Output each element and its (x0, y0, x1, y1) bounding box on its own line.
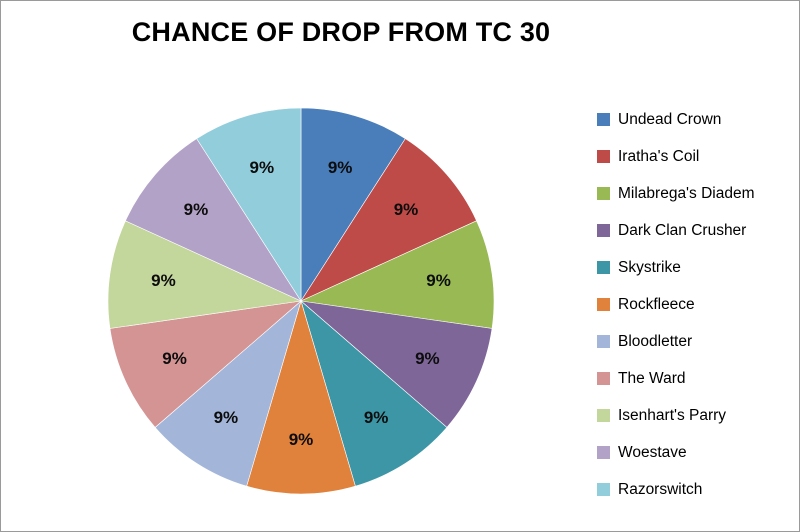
legend-color-swatch (597, 298, 610, 311)
legend-item[interactable]: Dark Clan Crusher (597, 212, 797, 249)
legend-item-label: Dark Clan Crusher (618, 221, 747, 239)
chart-legend: Undead Crown Iratha's Coil Milabrega's Dia… (597, 101, 797, 508)
chart-canvas: CHANCE OF DROP FROM TC 30 9% 9% 9% 9% 9% 9% 9%… (0, 0, 800, 532)
legend-item[interactable]: The Ward (597, 360, 797, 397)
legend-item[interactable]: Bloodletter (597, 323, 797, 360)
pie-chart (107, 107, 495, 495)
legend-item[interactable]: Undead Crown (597, 101, 797, 138)
legend-item[interactable]: Iratha's Coil (597, 138, 797, 175)
legend-item-label: Rockfleece (618, 295, 695, 313)
legend-color-swatch (597, 335, 610, 348)
legend-item[interactable]: Razorswitch (597, 471, 797, 508)
legend-item-label: The Ward (618, 369, 686, 387)
legend-item-label: Iratha's Coil (618, 147, 700, 165)
legend-color-swatch (597, 150, 610, 163)
legend-color-swatch (597, 187, 610, 200)
legend-item[interactable]: Woestave (597, 434, 797, 471)
legend-item[interactable]: Isenhart's Parry (597, 397, 797, 434)
legend-item[interactable]: Milabrega's Diadem (597, 175, 797, 212)
legend-color-swatch (597, 372, 610, 385)
pie-plot-area: 9% 9% 9% 9% 9% 9% 9% 9% 9% 9% 9% (1, 1, 581, 531)
legend-item-label: Milabrega's Diadem (618, 184, 755, 202)
legend-color-swatch (597, 446, 610, 459)
legend-item-label: Isenhart's Parry (618, 406, 727, 424)
legend-item[interactable]: Rockfleece (597, 286, 797, 323)
legend-color-swatch (597, 261, 610, 274)
legend-color-swatch (597, 409, 610, 422)
legend-color-swatch (597, 483, 610, 496)
legend-item-label: Skystrike (618, 258, 681, 276)
legend-item[interactable]: Skystrike (597, 249, 797, 286)
pie-slice-group (107, 107, 495, 495)
legend-color-swatch (597, 224, 610, 237)
legend-item-label: Woestave (618, 443, 687, 461)
legend-item-label: Razorswitch (618, 480, 703, 498)
legend-color-swatch (597, 113, 610, 126)
legend-item-label: Undead Crown (618, 110, 722, 128)
legend-item-label: Bloodletter (618, 332, 693, 350)
